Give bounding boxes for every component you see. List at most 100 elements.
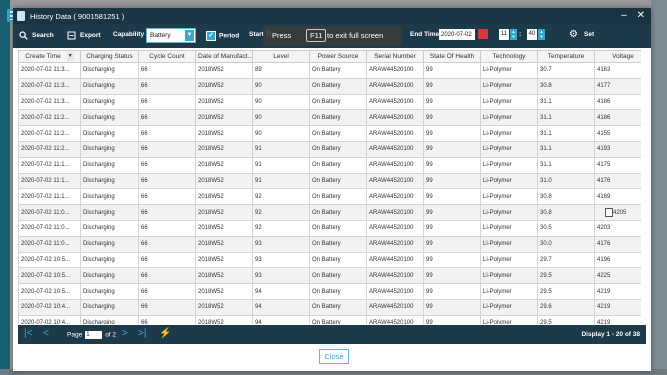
close-button[interactable]: Close [319,349,349,364]
table-cell: Discharging [80,109,139,127]
table-cell: 2020-07-02 10:5... [18,283,81,300]
hour-stepper[interactable]: ▲ ▼ [510,29,517,40]
page-input[interactable]: 1 [85,331,103,339]
cell-value: 66 [141,209,148,216]
table-row[interactable]: 2020-07-02 11:3... Discharging 66 2018W52 90… [18,77,641,95]
table-row[interactable]: 2020-07-02 11:2... Discharging 66 2018W52 90… [18,125,641,142]
period-label: Period [219,32,240,40]
cell-value: 94 [255,288,262,295]
table-row[interactable]: 2020-07-02 11:3... Discharging 66 2018W52 89… [18,62,641,79]
table-cell: 92 [252,219,310,237]
cell-value: 2018W52 [198,272,224,279]
minute-stepper[interactable]: ▲ ▼ [538,29,545,40]
table-cell: 66 [138,77,196,95]
column-header[interactable]: Temperature [537,50,595,63]
copy-icon[interactable] [605,208,613,218]
table-cell: 99 [423,219,481,237]
sort-icon[interactable]: ▼ [66,52,74,61]
table-row[interactable]: 2020-07-02 11:3... Discharging 66 2018W52 90… [18,93,641,111]
table-row[interactable]: 2020-07-02 11:2... Discharging 66 2018W52 91… [18,140,641,158]
cell-value: 90 [255,114,262,121]
cell-value: Li-Polymer [483,83,512,90]
table-row[interactable]: 2020-07-02 11:1... Discharging 66 2018W52 91… [18,156,641,174]
table-row[interactable]: 2020-07-02 10:5... Discharging 66 2018W52 93… [18,251,641,269]
column-header[interactable]: Cycle Count [138,50,196,63]
table-row[interactable]: 2020-07-02 10:4... Discharging 66 2018W52 94… [18,298,641,316]
document-icon [17,11,25,21]
hour-input[interactable]: 11 [499,29,509,40]
column-header[interactable]: Create Time ▼ [18,50,81,63]
table-cell: 2018W52 [195,188,253,206]
cell-value: 91 [255,146,262,153]
table-row[interactable]: 2020-07-02 11:1... Discharging 66 2018W52 91… [18,172,641,190]
table-row[interactable]: 2020-07-02 11:0... Discharging 66 2018W52 92… [18,219,641,237]
table-cell: 4163 [594,62,641,79]
cell-value: On Battery [312,83,341,90]
minimize-icon[interactable]: – [621,10,627,21]
column-header[interactable]: Charging Status [80,50,139,63]
gear-icon[interactable]: ⚙ [569,29,578,40]
table-cell: 2018W52 [195,62,253,79]
cell-value: 2018W52 [198,162,224,169]
table-row[interactable]: 2020-07-02 11:0... Discharging 66 2018W52 93… [18,235,641,253]
table-row[interactable]: 2020-07-02 10:4... Discharging 66 2018W52 94… [18,314,641,324]
set-button[interactable]: Set [584,31,594,38]
cell-value: Li-Polymer [483,225,512,232]
cell-value: Discharging [83,272,115,279]
cell-value: 66 [141,67,148,74]
cell-value: On Battery [312,304,341,311]
cell-value: Discharging [83,304,115,311]
search-button[interactable]: Search [19,31,54,40]
cell-value: 93 [255,272,262,279]
history-table: Create Time ▼ Charging Status Cycle Count… [18,50,641,324]
close-icon[interactable]: ✕ [637,10,645,21]
end-date-input[interactable]: 2020-07-02 [439,29,475,40]
cell-value: 66 [141,241,148,248]
export-button[interactable]: Export [67,31,101,40]
cell-value: 4193 [597,146,611,153]
column-header[interactable]: Level [252,50,310,63]
column-header[interactable]: State Of Health [423,50,481,63]
calendar-icon[interactable] [478,29,488,39]
end-time-label: End Time [410,31,440,38]
minute-input[interactable]: 40 [527,29,537,40]
column-header[interactable]: Serial Number [366,50,424,63]
prev-page-icon[interactable]: < [43,328,49,339]
cell-value: 4175 [597,162,611,169]
table-row[interactable]: 2020-07-02 10:5... Discharging 66 2018W52 93… [18,267,641,285]
cell-value: ARAW44520100 [369,83,414,90]
cell-value: 4186 [597,98,611,105]
cell-value: 99 [426,114,433,121]
table-cell: Li-Polymer [480,93,538,111]
cell-value: Discharging [83,130,115,137]
next-page-icon[interactable]: > [122,328,128,339]
table-cell: 4225 [594,267,641,285]
cell-value: 2020-07-02 11:1... [21,177,70,184]
cell-value: Li-Polymer [483,304,512,311]
cell-value: 31.1 [540,162,552,169]
table-row[interactable]: 2020-07-02 11:2... Discharging 66 2018W52 90… [18,109,641,127]
table-cell: On Battery [309,314,367,324]
cell-value: 66 [141,83,148,90]
table-cell: 90 [252,93,310,111]
table-row[interactable]: 2020-07-02 11:0... Discharging 66 2018W52 92… [18,204,641,221]
period-checkbox[interactable]: ✓ Period [206,31,239,41]
last-page-icon[interactable]: >| [138,328,146,339]
table-cell: 2018W52 [195,219,253,237]
cell-value: ARAW44520100 [369,225,414,232]
first-page-icon[interactable]: |< [24,328,32,339]
capability-select[interactable]: Battery ▼ [146,28,196,43]
table-cell: 66 [138,125,196,142]
column-header[interactable]: Voltage [594,50,641,63]
page-total: of 2 [105,331,117,339]
cell-value: 29.5 [540,288,552,295]
refresh-icon[interactable]: ⚡ [159,328,171,339]
cell-value: 99 [426,67,433,74]
column-header[interactable]: Technology [480,50,538,63]
table-cell: ARAW44520100 [366,204,424,221]
table-cell: 31.0 [537,172,595,190]
column-header[interactable]: Date of Manufact... [195,50,253,63]
table-row[interactable]: 2020-07-02 11:1... Discharging 66 2018W52 92… [18,188,641,206]
table-row[interactable]: 2020-07-02 10:5... Discharging 66 2018W52 94… [18,283,641,300]
column-header[interactable]: Power Source [309,50,367,63]
